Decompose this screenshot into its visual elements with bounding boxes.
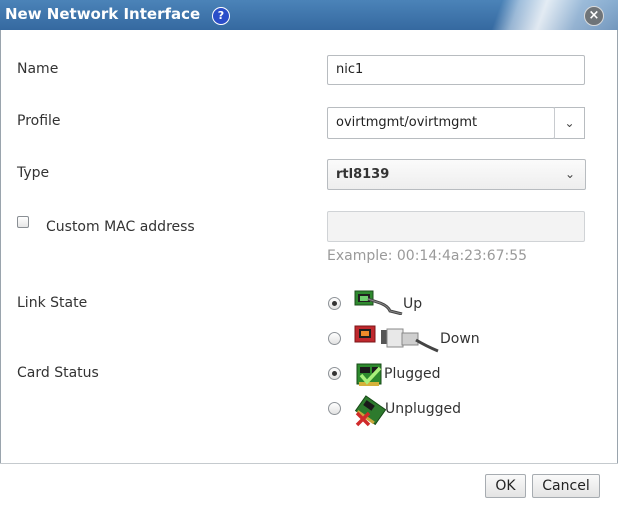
name-input[interactable]: nic1 [327,55,585,85]
ok-button[interactable]: OK [485,474,526,498]
name-label: Name [17,61,59,77]
custom-mac-label: Custom MAC address [46,219,195,235]
link-state-down-label: Down [440,331,480,347]
profile-dropdown-button[interactable]: ⌄ [554,107,585,139]
link-state-down-radio[interactable] [328,332,341,345]
cancel-button[interactable]: Cancel [532,474,600,498]
profile-label: Profile [17,113,61,129]
type-label: Type [17,165,50,181]
card-unplugged-icon [354,395,386,427]
link-state-up-radio[interactable] [328,297,341,310]
profile-input[interactable]: ovirtmgmt/ovirtmgmt [327,107,555,139]
card-status-plugged-label: Plugged [384,366,441,382]
type-select[interactable]: rtl8139 ⌄ [327,159,586,190]
mac-example-text: Example: 00:14:4a:23:67:55 [327,248,528,264]
card-plugged-icon [356,363,382,386]
network-cable-down-icon [354,325,439,353]
card-status-unplugged-label: Unplugged [385,401,462,417]
dialog-titlebar: New Network Interface ? × [0,0,618,30]
close-icon[interactable]: × [584,6,604,26]
dialog-title: New Network Interface [5,5,201,23]
network-cable-up-icon [354,290,403,315]
custom-mac-checkbox[interactable] [17,216,29,228]
link-state-up-label: Up [403,296,423,312]
help-icon[interactable]: ? [212,7,230,25]
card-status-unplugged-radio[interactable] [328,402,341,415]
card-status-plugged-radio[interactable] [328,367,341,380]
chevron-down-icon: ⌄ [564,167,575,181]
type-value: rtl8139 [336,167,390,182]
chevron-down-icon: ⌄ [564,116,575,130]
mac-address-input[interactable] [327,211,585,242]
card-status-label: Card Status [17,365,99,381]
link-state-label: Link State [17,295,88,311]
